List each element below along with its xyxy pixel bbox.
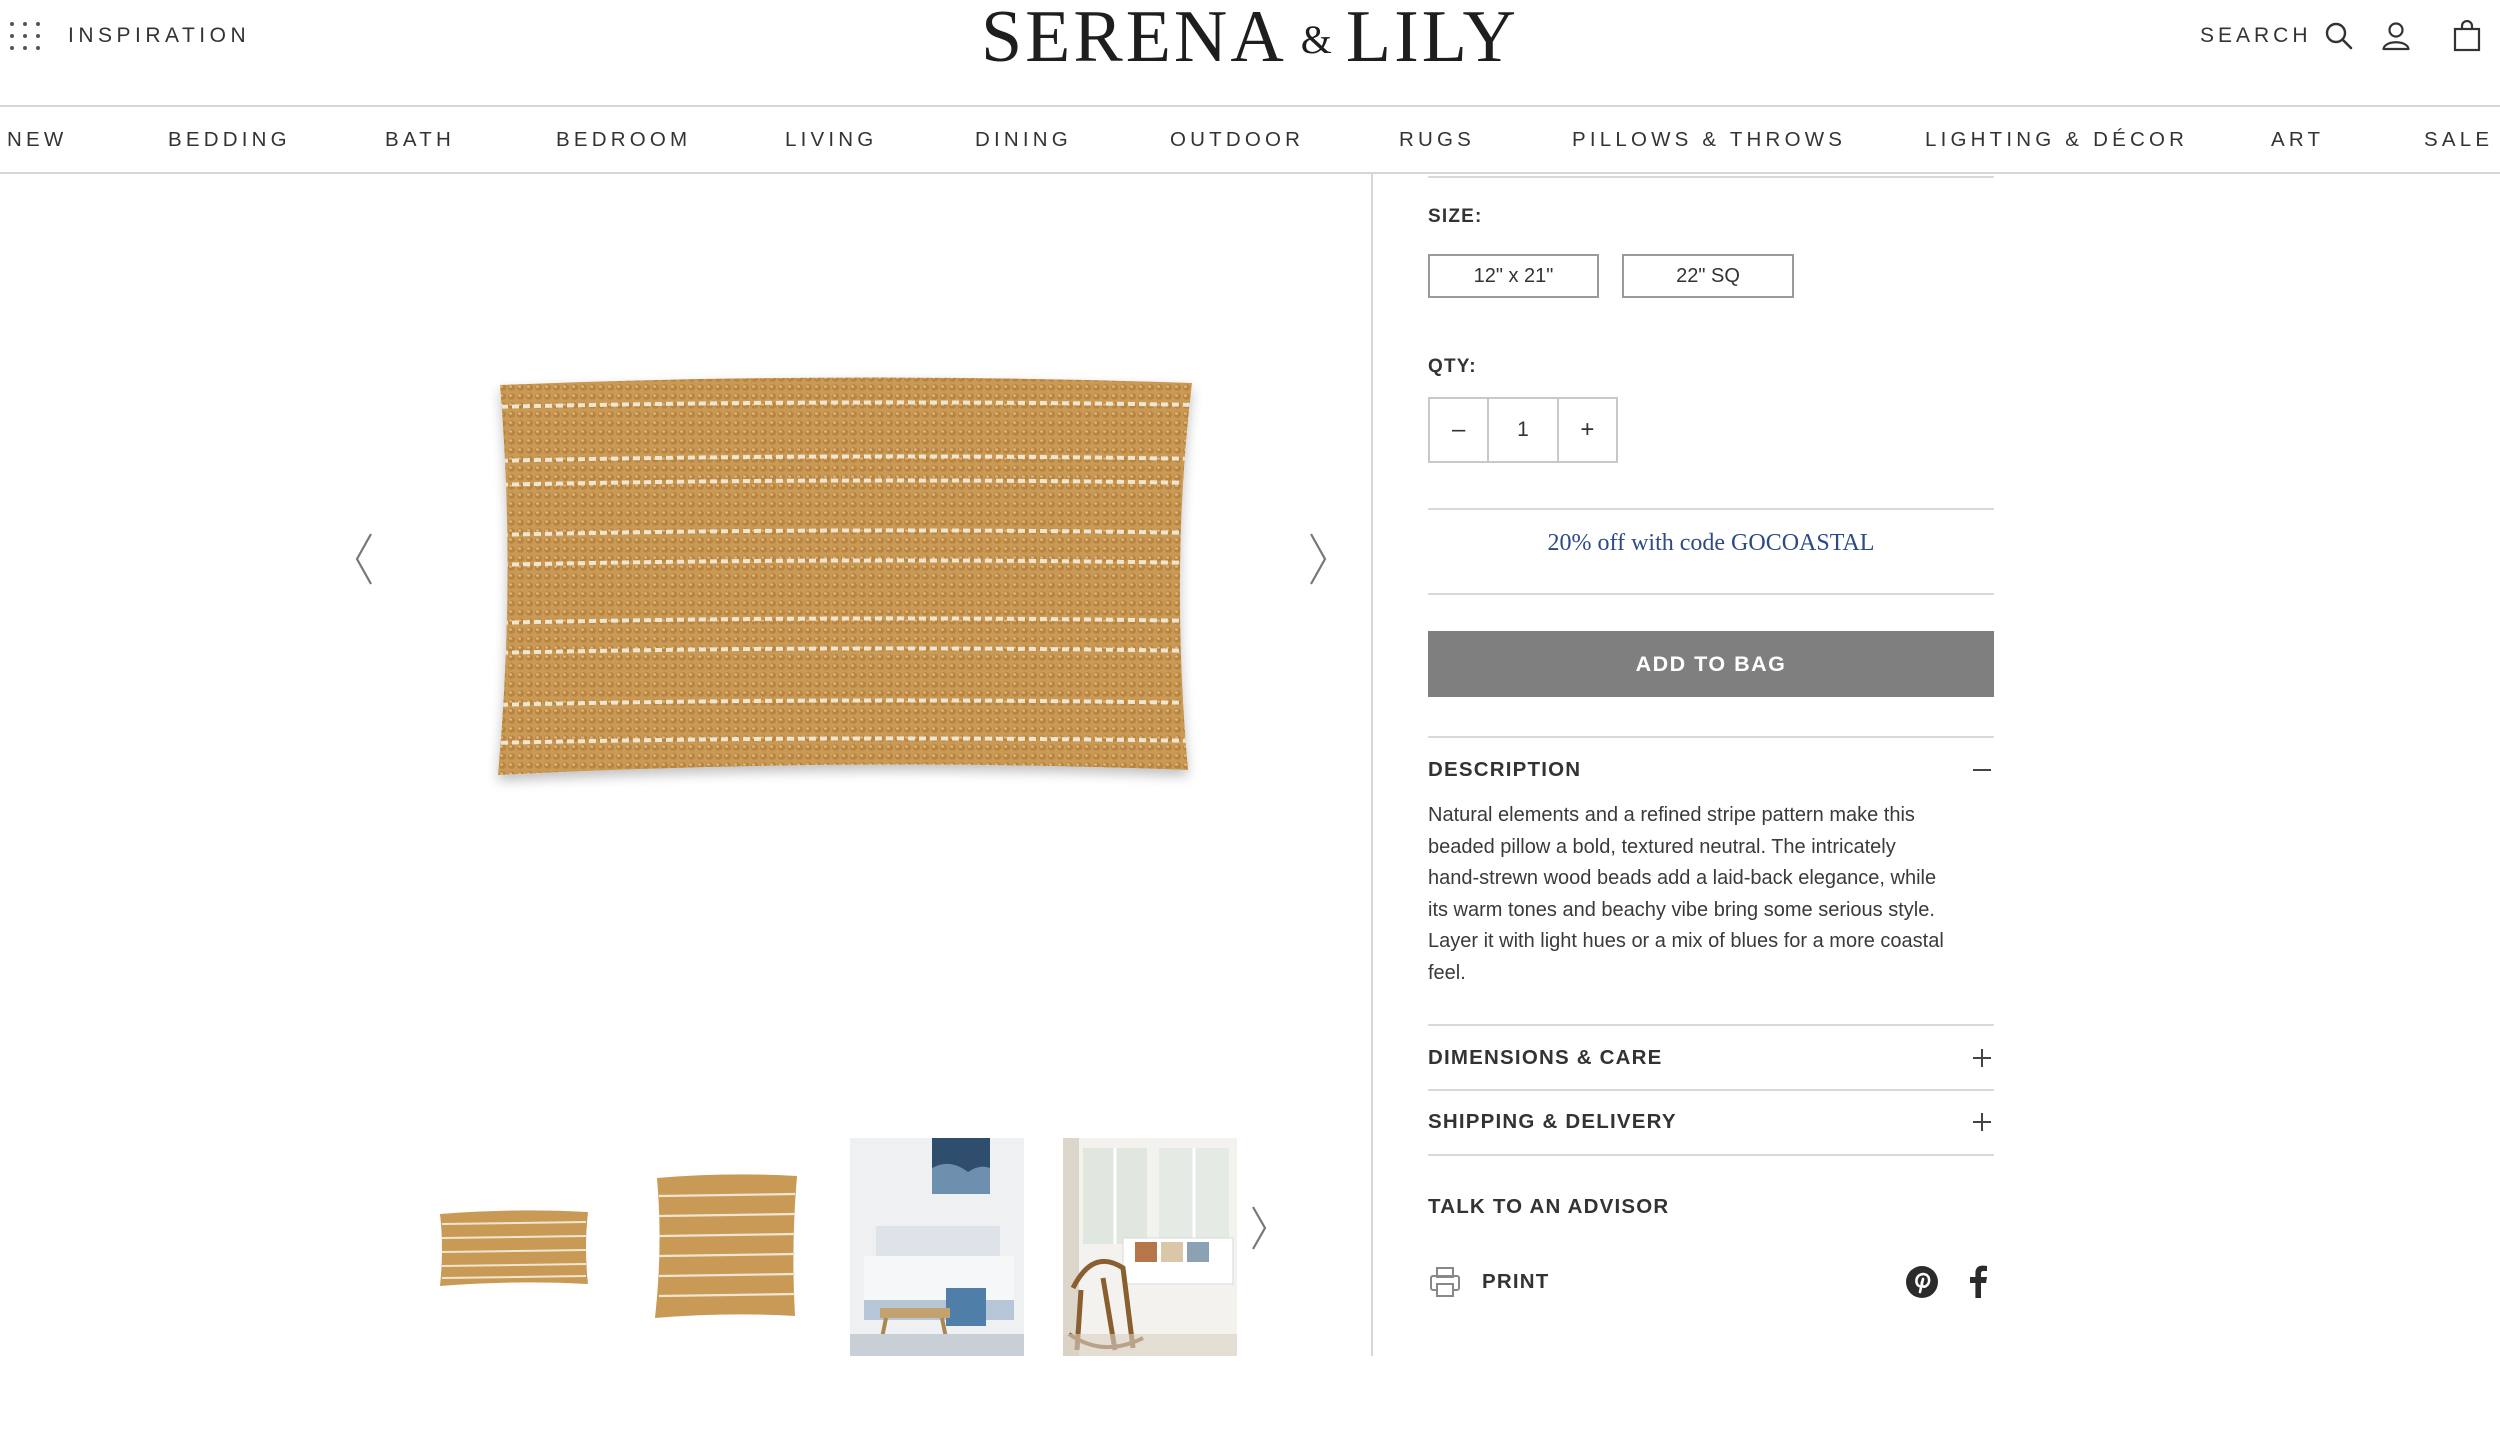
divider xyxy=(1428,1154,1994,1156)
gallery-next-button[interactable] xyxy=(1297,524,1337,594)
nav-item-bedding[interactable]: BEDDING xyxy=(168,107,291,173)
shipping-delivery-title: SHIPPING & DELIVERY xyxy=(1428,1110,1677,1133)
qty-decrease-button[interactable]: – xyxy=(1430,399,1487,461)
nav-item-bath[interactable]: BATH xyxy=(385,107,455,173)
shopping-bag-button[interactable] xyxy=(2452,16,2482,56)
product-description: Natural elements and a refined stripe pa… xyxy=(1428,800,1994,989)
search-label: SEARCH xyxy=(2200,24,2312,47)
print-label: PRINT xyxy=(1482,1270,1550,1293)
nav-item-outdoor[interactable]: OUTDOOR xyxy=(1170,107,1304,173)
facebook-share-button[interactable] xyxy=(1960,1264,1996,1300)
beaded-pillow-image xyxy=(498,377,1192,775)
thumbnail-bedroom-scene[interactable] xyxy=(850,1138,1024,1356)
inspiration-label: INSPIRATION xyxy=(68,24,251,47)
nav-item-pillows-throws[interactable]: PILLOWS & THROWS xyxy=(1572,107,1846,173)
grid-menu-icon xyxy=(10,22,40,50)
pinterest-share-button[interactable] xyxy=(1904,1264,1940,1300)
thumbnail-lumbar-pillow[interactable] xyxy=(428,1138,602,1356)
shipping-delivery-accordion-header[interactable]: SHIPPING & DELIVERY xyxy=(1428,1104,1994,1140)
description-accordion-header[interactable]: DESCRIPTION xyxy=(1428,752,1994,788)
product-main-image[interactable] xyxy=(480,365,1210,795)
talk-to-advisor-link[interactable]: TALK TO AN ADVISOR xyxy=(1428,1195,1669,1219)
qty-increase-button[interactable]: + xyxy=(1559,399,1616,461)
nav-item-dining[interactable]: DINING xyxy=(975,107,1072,173)
thumbnail-square-pillow[interactable] xyxy=(641,1138,815,1356)
dimensions-care-accordion-header[interactable]: DIMENSIONS & CARE xyxy=(1428,1040,1994,1076)
description-line: its warm tones and beachy vibe bring som… xyxy=(1428,898,1935,921)
print-button[interactable]: PRINT xyxy=(1428,1262,1550,1302)
bedroom-scene-thumbnail-image xyxy=(850,1138,1024,1356)
plus-icon xyxy=(1973,1113,1991,1131)
site-logo[interactable] xyxy=(1000,0,1500,80)
gallery-prev-button[interactable] xyxy=(345,524,385,594)
divider xyxy=(1428,1089,1994,1091)
description-title: DESCRIPTION xyxy=(1428,758,1582,781)
site-header: INSPIRATION SERENA & LILY SEARCH xyxy=(0,0,2500,107)
promo-code-text[interactable]: 20% off with code GOCOASTAL xyxy=(1428,530,1994,557)
square-pillow-thumbnail-image xyxy=(641,1138,815,1356)
divider xyxy=(1428,508,1994,510)
main-navigation: NEW BEDDING BATH BEDROOM LIVING DINING O… xyxy=(0,107,2500,174)
thumbnails-next-button[interactable] xyxy=(1242,1195,1276,1261)
search-button[interactable]: SEARCH xyxy=(2200,16,2354,56)
nav-item-rugs[interactable]: RUGS xyxy=(1399,107,1475,173)
facebook-icon xyxy=(1970,1265,1987,1298)
chevron-right-icon xyxy=(1252,1206,1267,1250)
thumbnail-living-room-scene[interactable] xyxy=(1063,1138,1237,1356)
nav-item-lighting-decor[interactable]: LIGHTING & DÉCOR xyxy=(1925,107,2188,173)
search-icon xyxy=(2325,22,2352,50)
account-icon xyxy=(2382,22,2410,51)
description-line: Natural elements and a refined stripe pa… xyxy=(1428,804,1915,826)
nav-item-new[interactable]: NEW xyxy=(7,107,67,173)
description-line: feel. xyxy=(1428,961,1466,984)
inspiration-menu[interactable]: INSPIRATION xyxy=(10,18,250,54)
shopping-bag-icon xyxy=(2453,20,2481,52)
pinterest-icon xyxy=(1906,1266,1938,1298)
description-line: Layer it with light hues or a mix of blu… xyxy=(1428,930,1944,952)
nav-item-living[interactable]: LIVING xyxy=(785,107,877,173)
minus-icon xyxy=(1973,769,1991,771)
description-line: hand-strewn wood beads add a laid-back e… xyxy=(1428,867,1937,889)
qty-value[interactable]: 1 xyxy=(1487,399,1559,461)
living-room-scene-thumbnail-image xyxy=(1063,1138,1237,1356)
divider xyxy=(1428,593,1994,595)
account-button[interactable] xyxy=(2380,16,2412,56)
divider xyxy=(1428,1024,1994,1026)
dimensions-care-title: DIMENSIONS & CARE xyxy=(1428,1046,1663,1069)
add-to-bag-button[interactable]: ADD TO BAG xyxy=(1428,631,1994,697)
nav-item-sale[interactable]: SALE xyxy=(2424,107,2493,173)
size-label: SIZE: xyxy=(1428,206,1483,227)
divider xyxy=(1428,176,1994,178)
chevron-right-icon xyxy=(1310,533,1327,585)
description-line: beaded pillow a bold, textured neutral. … xyxy=(1428,835,1896,858)
divider xyxy=(1428,736,1994,738)
printer-icon xyxy=(1430,1267,1460,1297)
plus-icon xyxy=(1973,1049,1991,1067)
size-option-22-sq[interactable]: 22" SQ xyxy=(1622,254,1794,298)
size-option-12x21[interactable]: 12" x 21" xyxy=(1428,254,1599,298)
qty-label: QTY: xyxy=(1428,356,1477,377)
vertical-divider xyxy=(1371,174,1373,1356)
chevron-left-icon xyxy=(355,533,372,585)
lumbar-pillow-thumbnail-image xyxy=(428,1138,602,1356)
nav-item-art[interactable]: ART xyxy=(2271,107,2324,173)
quantity-stepper: – 1 + xyxy=(1428,397,1618,463)
nav-item-bedroom[interactable]: BEDROOM xyxy=(556,107,691,173)
